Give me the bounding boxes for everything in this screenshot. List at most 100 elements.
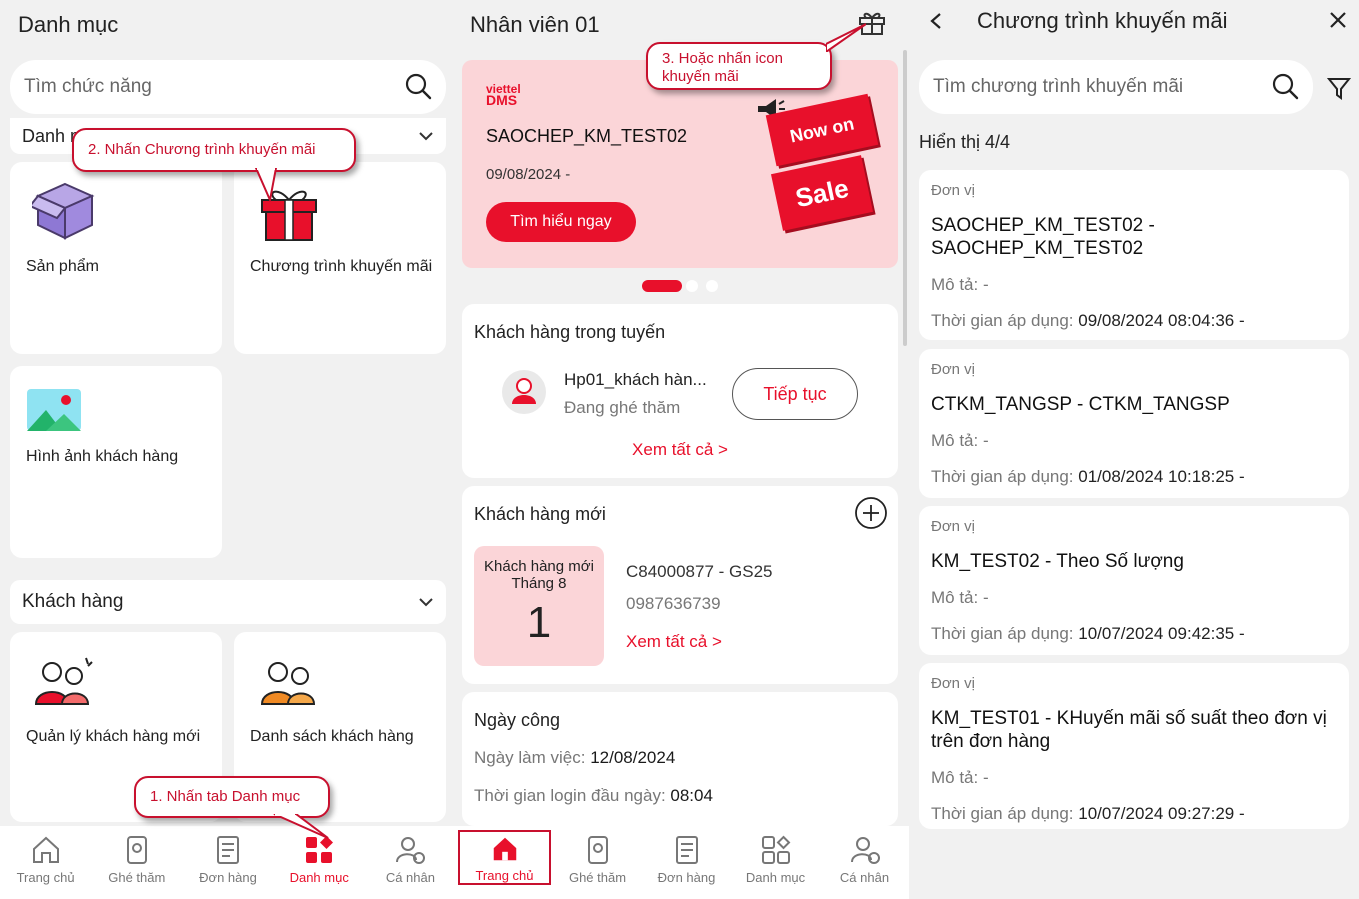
tab-visit[interactable]: Ghé thăm [91,826,182,899]
customer-name[interactable]: Hp01_khách hàn... [564,370,707,390]
users-new-icon [34,657,93,705]
login-value: 08:04 [670,786,713,805]
tile-label: Danh sách khách hàng [250,728,414,745]
page-title: Nhân viên 01 [470,12,600,37]
tab-label: Cá nhân [385,870,435,885]
callout-step3: 3. Hoặc nhấn icon khuyến mãi [646,42,832,90]
workday-label: Ngày làm việc: [474,748,591,767]
close-icon[interactable] [1329,11,1347,29]
unit-label: Đơn vị [931,361,976,378]
filter-icon[interactable] [1327,76,1351,100]
search-icon[interactable] [404,72,432,100]
continue-button[interactable]: Tiếp tục [732,368,858,420]
promo-search-input[interactable]: Tìm chương trình khuyến mãi [919,60,1313,114]
chevron-down-icon [419,132,433,141]
promo-list-item[interactable]: Đơn vị CTKM_TANGSP - CTKM_TANGSP Mô tả: … [919,349,1349,498]
tile-customer-images[interactable]: Hình ảnh khách hàng [10,366,222,558]
profile-icon [396,837,426,864]
callout-pointer [254,168,278,202]
time-value: 09/08/2024 08:04:36 - [1078,311,1245,330]
promo-list-item[interactable]: Đơn vị KM_TEST02 - Theo Số lượng Mô tả: … [919,506,1349,655]
tab-label: Đơn hàng [657,870,716,885]
chevron-down-icon [419,598,433,607]
carousel-dot[interactable] [686,280,698,292]
back-arrow-icon[interactable] [929,12,943,30]
new-customer-count-box[interactable]: Khách hàng mới Tháng 8 1 [474,546,604,666]
see-all-link[interactable]: Xem tất cả > [462,440,898,460]
callout-pointer [273,814,329,839]
tab-visit[interactable]: Ghé thăm [553,826,642,899]
new-customers-card: Khách hàng mới Khách hàng mới Tháng 8 1 … [462,486,898,684]
see-all-link[interactable]: Xem tất cả > [626,632,722,652]
section-title: Khách hàng [22,591,124,612]
time-value: 01/08/2024 10:18:25 - [1078,467,1245,486]
scrollbar[interactable] [903,50,907,346]
unit-label: Đơn vị [931,675,976,692]
workday-value: 12/08/2024 [590,748,676,767]
workday-card: Ngày công Ngày làm việc: 12/08/2024 Thời… [462,692,898,826]
callout-step2: 2. Nhấn Chương trình khuyến mãi [72,128,356,172]
search-icon[interactable] [1271,72,1299,100]
time-value: 10/07/2024 09:27:29 - [1078,804,1245,823]
promo-banner[interactable]: viettel DMS SAOCHEP_KM_TEST02 09/08/2024… [462,60,898,268]
tab-home[interactable]: Trang chủ [458,830,551,885]
search-input[interactable]: Tìm chức năng [10,60,446,114]
tab-label: Trang chủ [475,868,534,883]
time-label: Thời gian áp dụng: [931,804,1079,823]
carousel-dot-active[interactable] [642,280,682,292]
tab-profile[interactable]: Cá nhân [820,826,909,899]
tab-label: Trang chủ [16,870,75,885]
tab-category[interactable]: Danh mục [731,826,820,899]
tile-products[interactable]: Sản phẩm [10,162,222,354]
tab-profile[interactable]: Cá nhân [365,826,456,899]
callout-step1: 1. Nhấn tab Danh mục [134,776,330,818]
page-title: Danh mục [18,12,119,37]
time-label: Thời gian áp dụng: [931,467,1079,486]
card-title: Khách hàng trong tuyến [474,322,666,342]
page-title: Chương trình khuyến mãi [977,8,1228,33]
promo-list-item[interactable]: Đơn vị KM_TEST01 - KHuyến mãi số suất th… [919,663,1349,829]
promo-time: Thời gian áp dụng: 10/07/2024 09:27:29 - [931,803,1337,825]
avatar [502,370,546,414]
order-icon [675,836,698,864]
tab-orders[interactable]: Đơn hàng [182,826,273,899]
add-icon[interactable] [854,496,888,530]
tile-label: Hình ảnh khách hàng [26,448,179,465]
tile-label: Quản lý khách hàng mới [26,728,201,745]
visit-icon [587,836,608,864]
learn-more-button[interactable]: Tìm hiểu ngay [486,202,636,242]
logo-text-bottom: DMS [486,92,518,108]
promo-desc: Mô tả: - [931,768,989,787]
login-label: Thời gian login đầu ngày: [474,786,671,805]
tab-label: Cá nhân [839,870,890,885]
tab-home[interactable]: Trang chủ [0,826,91,899]
customer-phone: 0987636739 [626,594,721,613]
promo-date: 09/08/2024 - [486,166,571,183]
box-icon [32,182,95,240]
search-placeholder: Tìm chức năng [24,76,152,97]
tab-label: Danh mục [745,870,806,885]
carousel-dot[interactable] [706,280,718,292]
login-line: Thời gian login đầu ngày: 08:04 [474,786,713,806]
promo-desc: Mô tả: - [931,431,989,450]
new-customer-count: 1 [526,598,552,647]
promotions-panel: Chương trình khuyến mãi Tìm chương trình… [909,0,1359,899]
route-customers-card: Khách hàng trong tuyến Hp01_khách hàn...… [462,304,898,478]
workday-line: Ngày làm việc: 12/08/2024 [474,748,675,768]
tab-label: Ghé thăm [568,870,627,885]
promo-list-item[interactable]: Đơn vị SAOCHEP_KM_TEST02 - SAOCHEP_KM_TE… [919,170,1349,340]
home-icon [493,837,516,861]
tab-label: Ghé thăm [108,870,166,885]
box-label: Khách hàng mới [484,558,594,575]
box-sublabel: Tháng 8 [511,575,567,592]
promo-code: SAOCHEP_KM_TEST02 [486,126,688,146]
home-icon [32,836,59,863]
section-header-customers[interactable]: Khách hàng [10,580,446,624]
time-value: 10/07/2024 09:42:35 - [1078,624,1245,643]
visit-icon [126,836,147,864]
visit-status: Đang ghé thăm [564,398,681,417]
tab-label: Danh mục [289,870,349,885]
promo-desc: Mô tả: - [931,275,989,294]
promo-name: SAOCHEP_KM_TEST02 - SAOCHEP_KM_TEST02 [931,215,1155,259]
tab-orders[interactable]: Đơn hàng [642,826,731,899]
